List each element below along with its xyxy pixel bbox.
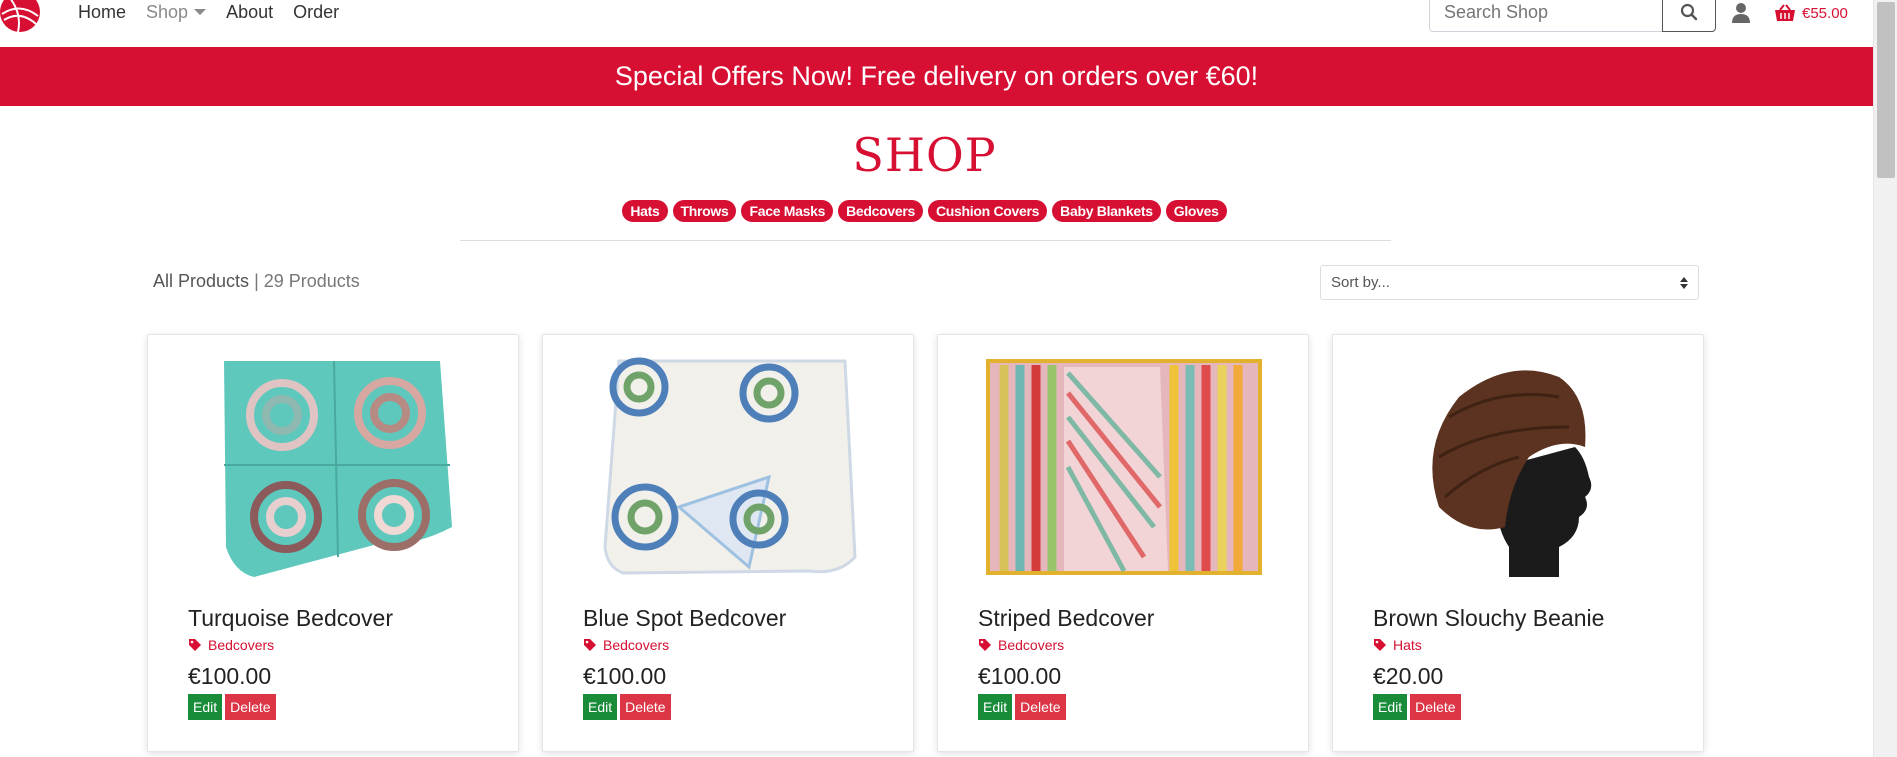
divider: [460, 240, 1391, 241]
product-image-blue-spot-bedcover[interactable]: [583, 357, 875, 577]
search-input[interactable]: [1429, 0, 1663, 32]
product-category-link[interactable]: Hats: [1373, 637, 1422, 653]
category-list: Hats Throws Face Masks Bedcovers Cushion…: [0, 200, 1849, 222]
tag-icon: [584, 639, 596, 651]
product-category: Bedcovers: [998, 637, 1065, 653]
product-actions: Edit Delete: [978, 694, 1066, 720]
shopping-basket-icon: [1775, 4, 1795, 21]
category-pill-gloves[interactable]: Gloves: [1165, 200, 1227, 222]
category-pill-throws[interactable]: Throws: [672, 200, 737, 222]
logo-icon[interactable]: [0, 0, 48, 36]
category-pill-hats[interactable]: Hats: [622, 200, 668, 222]
tag-icon: [979, 639, 991, 651]
edit-button[interactable]: Edit: [1373, 694, 1408, 720]
product-image-turquoise-bedcover[interactable]: [188, 357, 480, 577]
product-card[interactable]: Blue Spot Bedcover Bedcovers €100.00 Edi…: [542, 334, 914, 752]
product-name[interactable]: Brown Slouchy Beanie: [1373, 605, 1604, 632]
scrollbar-thumb[interactable]: [1877, 2, 1895, 178]
promo-banner-text: Special Offers Now! Free delivery on ord…: [614, 61, 1259, 91]
edit-button[interactable]: Edit: [583, 694, 618, 720]
nav-home-link[interactable]: Home: [78, 2, 126, 23]
promo-banner: Special Offers Now! Free delivery on ord…: [0, 47, 1873, 106]
category-pill-face-masks[interactable]: Face Masks: [741, 200, 834, 222]
product-category-link[interactable]: Bedcovers: [583, 637, 669, 653]
nav-shop-label: Shop: [146, 1, 189, 22]
page-scrollbar[interactable]: [1873, 0, 1897, 757]
nav-shop-dropdown[interactable]: Shop: [146, 1, 207, 23]
product-card[interactable]: Brown Slouchy Beanie Hats €20.00 Edit De…: [1332, 334, 1704, 752]
product-name[interactable]: Striped Bedcover: [978, 605, 1154, 632]
product-category: Bedcovers: [208, 637, 275, 653]
sort-select[interactable]: Sort by...: [1320, 265, 1699, 300]
category-pill-baby-blankets[interactable]: Baby Blankets: [1052, 200, 1161, 222]
product-actions: Edit Delete: [188, 694, 276, 720]
user-icon[interactable]: [1730, 2, 1752, 24]
basket-link[interactable]: €55.00: [1774, 4, 1848, 22]
search-icon: [1680, 3, 1698, 21]
product-image-striped-bedcover[interactable]: [978, 357, 1270, 577]
product-card[interactable]: Striped Bedcover Bedcovers €100.00 Edit …: [937, 334, 1309, 752]
nav-order-link[interactable]: Order: [293, 2, 339, 23]
product-category: Bedcovers: [603, 637, 670, 653]
navbar: Home Shop About Order €55.00: [0, 0, 1873, 47]
product-price: €20.00: [1373, 663, 1444, 689]
product-price: €100.00: [188, 663, 272, 689]
category-pill-cushion-covers[interactable]: Cushion Covers: [928, 200, 1048, 222]
search-button[interactable]: [1662, 0, 1716, 32]
tag-icon: [1374, 639, 1386, 651]
nav-about-link[interactable]: About: [226, 2, 273, 23]
category-pill-bedcovers[interactable]: Bedcovers: [838, 200, 923, 222]
sort-arrows-icon: [1680, 276, 1688, 289]
product-actions: Edit Delete: [1373, 694, 1461, 720]
product-category-link[interactable]: Bedcovers: [188, 637, 274, 653]
basket-total: €55.00: [1802, 4, 1848, 22]
product-price: €100.00: [583, 663, 667, 689]
product-name[interactable]: Turquoise Bedcover: [188, 605, 393, 632]
all-products-link[interactable]: All Products: [153, 271, 249, 291]
product-count-summary: All Products | 29 Products: [153, 271, 360, 292]
product-image-brown-slouchy-beanie[interactable]: [1373, 357, 1665, 577]
nav-links: Home Shop About Order: [78, 0, 359, 24]
product-card[interactable]: Turquoise Bedcover Bedcovers €100.00 Edi…: [147, 334, 519, 752]
edit-button[interactable]: Edit: [188, 694, 223, 720]
tag-icon: [189, 639, 201, 651]
chevron-down-icon: [194, 9, 207, 15]
product-name[interactable]: Blue Spot Bedcover: [583, 605, 786, 632]
delete-button[interactable]: Delete: [1015, 694, 1066, 720]
sort-select-value: Sort by...: [1331, 274, 1390, 291]
delete-button[interactable]: Delete: [620, 694, 671, 720]
product-category-link[interactable]: Bedcovers: [978, 637, 1064, 653]
page-title: SHOP: [852, 128, 997, 182]
delete-button[interactable]: Delete: [1410, 694, 1461, 720]
edit-button[interactable]: Edit: [978, 694, 1013, 720]
product-price: €100.00: [978, 663, 1062, 689]
delete-button[interactable]: Delete: [225, 694, 276, 720]
product-category: Hats: [1393, 637, 1422, 653]
product-count: | 29 Products: [254, 271, 360, 291]
product-actions: Edit Delete: [583, 694, 671, 720]
